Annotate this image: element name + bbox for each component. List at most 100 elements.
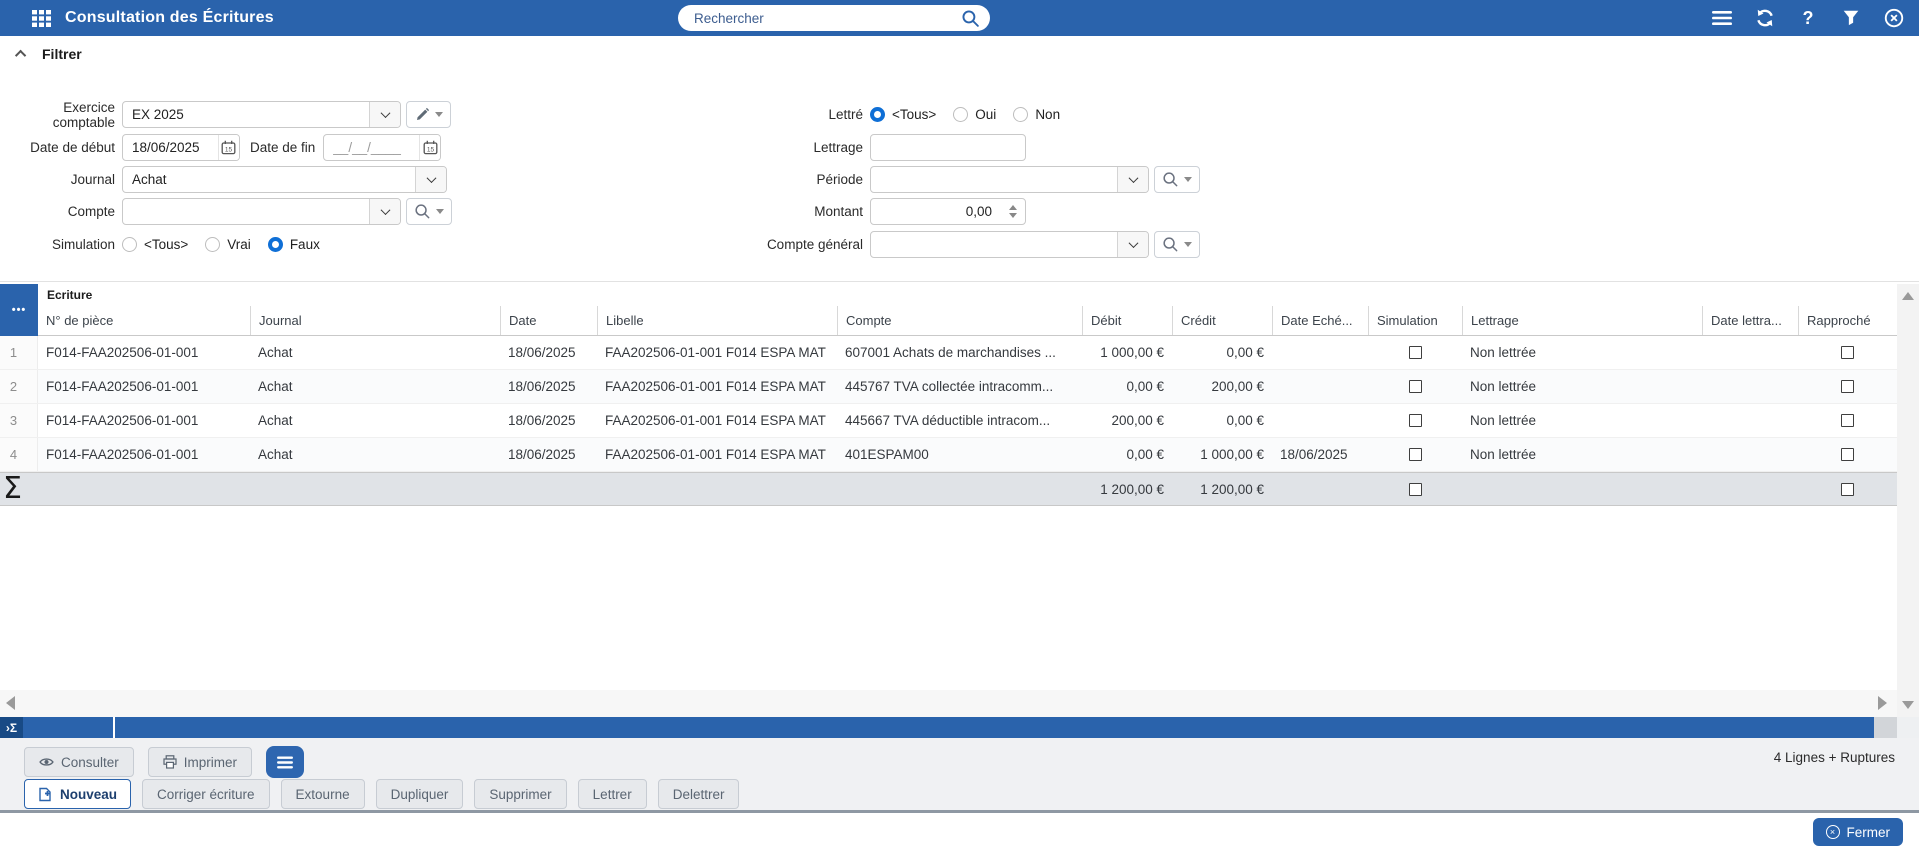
- cell-piece: F014-FAA202506-01-001: [46, 413, 199, 428]
- simulation-checkbox[interactable]: [1408, 346, 1422, 359]
- simulation-radio-tous[interactable]: [122, 237, 137, 252]
- table-row[interactable]: 1 F014-FAA202506-01-001 Achat 18/06/2025…: [0, 336, 1897, 370]
- simulation-radio-vrai[interactable]: [205, 237, 221, 252]
- sum-bar-icon[interactable]: ›Σ: [0, 717, 23, 738]
- delettrer-button[interactable]: Delettrer: [657, 779, 740, 809]
- pencil-icon: [417, 107, 430, 120]
- col-header-date-lettrage[interactable]: Date lettra...: [1702, 306, 1798, 335]
- periode-lookup-button[interactable]: [1154, 166, 1200, 193]
- summary-rapproche-checkbox[interactable]: [1841, 482, 1854, 496]
- exercice-dropdown-icon[interactable]: [369, 102, 400, 127]
- rapproche-checkbox[interactable]: [1841, 346, 1854, 359]
- help-icon[interactable]: ?: [1797, 7, 1819, 29]
- table-row[interactable]: 2 F014-FAA202506-01-001 Achat 18/06/2025…: [0, 370, 1897, 404]
- collapse-filter-icon[interactable]: [14, 49, 27, 62]
- horizontal-scrollbar[interactable]: [0, 690, 1897, 717]
- montant-field[interactable]: [870, 198, 1026, 225]
- exercice-select[interactable]: EX 2025: [122, 101, 401, 128]
- lettrage-field[interactable]: [870, 134, 1026, 161]
- compte-general-combo[interactable]: [870, 231, 1149, 258]
- table-row[interactable]: 3 F014-FAA202506-01-001 Achat 18/06/2025…: [0, 404, 1897, 438]
- cell-date: 18/06/2025: [508, 447, 576, 462]
- column-options-button[interactable]: •••: [0, 284, 38, 336]
- date-debut-input[interactable]: [123, 135, 218, 160]
- col-header-compte[interactable]: Compte: [837, 306, 1082, 335]
- date-fin-field[interactable]: 15: [323, 134, 442, 161]
- rapproche-checkbox[interactable]: [1841, 380, 1854, 393]
- fermer-button[interactable]: × Fermer: [1812, 818, 1903, 846]
- compte-general-lookup-button[interactable]: [1154, 231, 1200, 258]
- exercice-edit-button[interactable]: [406, 101, 451, 128]
- compte-dropdown-icon[interactable]: [369, 199, 400, 224]
- supprimer-button[interactable]: Supprimer: [474, 779, 567, 809]
- scroll-left-icon[interactable]: [6, 696, 15, 710]
- scroll-right-icon[interactable]: [1878, 696, 1887, 710]
- journal-select[interactable]: Achat: [122, 166, 447, 193]
- search-input[interactable]: [694, 10, 961, 26]
- scroll-up-icon[interactable]: [1902, 292, 1914, 300]
- close-window-icon[interactable]: [1883, 7, 1905, 29]
- lettre-radio-tous[interactable]: [870, 107, 885, 122]
- lettrer-button[interactable]: Lettrer: [577, 779, 647, 809]
- edit-caret-icon: [435, 112, 443, 117]
- col-header-piece[interactable]: N° de pièce: [38, 306, 250, 335]
- col-header-journal[interactable]: Journal: [250, 306, 500, 335]
- periode-dropdown-icon[interactable]: [1117, 167, 1148, 192]
- calendar-icon[interactable]: 15: [418, 135, 441, 160]
- col-header-debit[interactable]: Débit: [1082, 306, 1172, 335]
- sigma-icon: Σ: [3, 474, 22, 504]
- vertical-scrollbar[interactable]: [1897, 284, 1919, 717]
- grid-app-icon: [32, 9, 51, 27]
- col-header-date[interactable]: Date: [500, 306, 597, 335]
- rapproche-checkbox[interactable]: [1841, 448, 1854, 461]
- col-header-date-echeance[interactable]: Date Eché...: [1272, 306, 1368, 335]
- hamburger-icon: [277, 756, 294, 768]
- compte-lookup-button[interactable]: [406, 198, 452, 225]
- calendar-icon[interactable]: 15: [217, 135, 239, 160]
- close-circle-icon: ×: [1825, 825, 1840, 839]
- corriger-ecriture-button[interactable]: Corriger écriture: [142, 779, 270, 809]
- imprimer-button[interactable]: Imprimer: [147, 747, 253, 777]
- title-bar: Consultation des Écritures ?: [0, 0, 1919, 36]
- nouveau-button[interactable]: Nouveau: [24, 779, 132, 809]
- consulter-button[interactable]: Consulter: [24, 747, 134, 777]
- compte-combo[interactable]: [122, 198, 401, 225]
- cell-libelle: FAA202506-01-001 F014 ESPA MAT: [605, 379, 826, 394]
- date-fin-input[interactable]: [324, 135, 419, 160]
- lettre-radio-non[interactable]: [1013, 107, 1029, 122]
- cell-compte: 607001 Achats de marchandises ...: [845, 345, 1056, 360]
- col-header-simulation[interactable]: Simulation: [1368, 306, 1462, 335]
- lettrage-input[interactable]: [871, 135, 1025, 160]
- simulation-checkbox[interactable]: [1408, 448, 1422, 461]
- lettre-radio-oui[interactable]: [953, 107, 969, 122]
- col-header-libelle[interactable]: Libelle: [597, 306, 837, 335]
- search-icon[interactable]: [961, 9, 980, 28]
- col-header-credit[interactable]: Crédit: [1172, 306, 1272, 335]
- date-debut-label: Date de début: [30, 140, 115, 155]
- rapproche-checkbox[interactable]: [1841, 414, 1854, 427]
- dupliquer-button[interactable]: Dupliquer: [375, 779, 464, 809]
- journal-dropdown-icon[interactable]: [415, 167, 446, 192]
- simulation-checkbox[interactable]: [1408, 414, 1422, 427]
- simulation-radio-faux[interactable]: [267, 237, 283, 252]
- montant-spinner[interactable]: [1001, 205, 1025, 218]
- lookup-caret-icon: [1184, 242, 1192, 247]
- filter-icon[interactable]: [1840, 7, 1862, 29]
- date-debut-field[interactable]: 15: [122, 134, 240, 161]
- scroll-down-icon[interactable]: [1902, 701, 1914, 709]
- extourne-button[interactable]: Extourne: [280, 779, 365, 809]
- col-header-rapproche[interactable]: Rapproché: [1798, 306, 1897, 335]
- search-box[interactable]: [678, 5, 990, 31]
- periode-combo[interactable]: [870, 166, 1149, 193]
- col-header-lettrage[interactable]: Lettrage: [1462, 306, 1702, 335]
- table-row[interactable]: 4 F014-FAA202506-01-001 Achat 18/06/2025…: [0, 438, 1897, 472]
- more-actions-button[interactable]: [266, 746, 305, 778]
- simulation-checkbox[interactable]: [1408, 380, 1422, 393]
- refresh-icon[interactable]: [1754, 7, 1776, 29]
- summary-simulation-checkbox[interactable]: [1408, 482, 1422, 496]
- compte-general-dropdown-icon[interactable]: [1117, 232, 1148, 257]
- montant-input[interactable]: [871, 199, 1001, 224]
- date-fin-label: Date de fin: [250, 140, 316, 155]
- menu-icon[interactable]: [1711, 7, 1733, 29]
- cell-debit: 200,00 €: [1111, 413, 1164, 428]
